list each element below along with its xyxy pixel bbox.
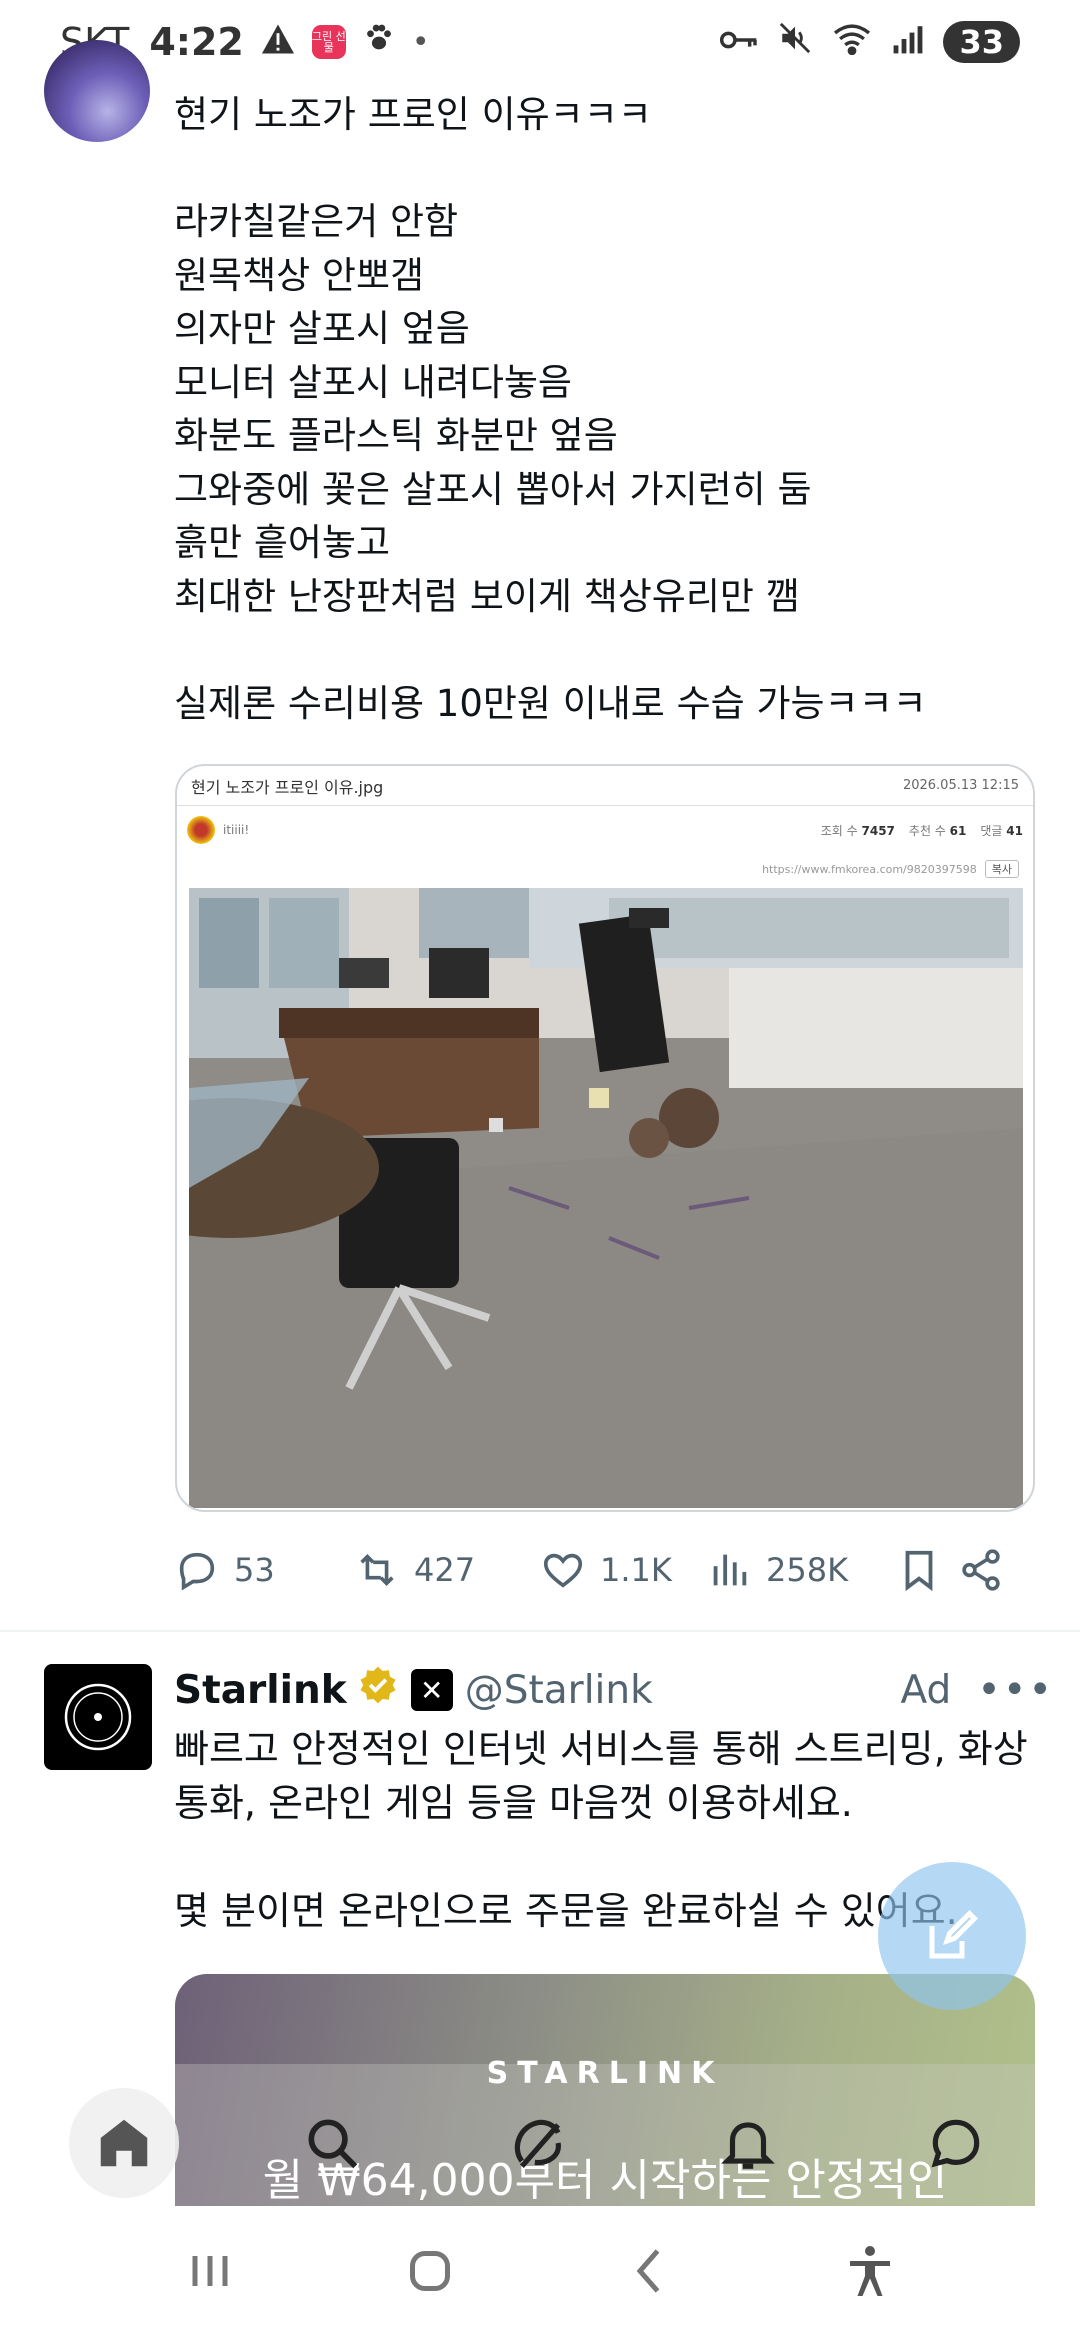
share-icon (962, 1549, 1000, 1591)
heart-icon (543, 1553, 583, 1588)
tab-messages[interactable] (901, 2088, 1011, 2198)
views-button[interactable]: 258K (706, 1547, 896, 1593)
ad-label: Ad (900, 1667, 952, 1713)
grok-icon (514, 2119, 561, 2168)
tab-home[interactable] (69, 2088, 179, 2198)
bookmark-icon (905, 1550, 933, 1592)
back-icon (636, 2249, 660, 2293)
like-button[interactable]: 1.1K (540, 1547, 706, 1593)
share-button[interactable] (958, 1547, 1018, 1593)
x-affiliate-icon: ✕ (410, 1669, 453, 1711)
tab-search[interactable] (277, 2088, 387, 2198)
key-icon (719, 20, 759, 64)
media-date: 2026.05.13 12:15 (902, 778, 1019, 793)
recommend-label: 추천 수 (908, 823, 946, 838)
ad-header: Starlink ✕ @Starlink Ad ••• (174, 1662, 1054, 1718)
view-count: 258K (766, 1551, 849, 1589)
reply-button[interactable]: 53 (174, 1547, 354, 1593)
more-options-button[interactable]: ••• (977, 1667, 1054, 1713)
retweet-icon (360, 1554, 394, 1586)
accessibility-icon (850, 2246, 890, 2296)
site-logo-icon (187, 816, 215, 844)
reply-icon (179, 1552, 215, 1591)
reply-count: 53 (234, 1551, 275, 1589)
comments-label: 댓글 (980, 823, 1003, 838)
app-notification-icon: 그린 선물 (311, 25, 346, 59)
tweet-actions: 53 427 1.1K 258K (174, 1545, 1054, 1595)
recent-apps-button[interactable] (180, 2241, 240, 2305)
recent-apps-icon (192, 2256, 228, 2286)
home-nav-icon (410, 2251, 450, 2291)
clock: 4:22 (149, 20, 244, 64)
like-count: 1.1K (600, 1551, 672, 1589)
media-filename: 현기 노조가 프로인 이유.jpg (191, 777, 384, 797)
status-bar: SKT 4:22 그린 선물 • 33 (0, 0, 1080, 84)
recommend-count: 61 (949, 823, 967, 838)
dot-icon: • (411, 24, 430, 60)
tweet-media[interactable]: 현기 노조가 프로인 이유.jpg 2026.05.13 12:15 itiii… (175, 764, 1035, 1512)
signal-icon (891, 20, 925, 64)
office-photo (189, 888, 1023, 1508)
bell-icon (721, 2122, 775, 2169)
tab-notifications[interactable] (693, 2088, 803, 2198)
paw-icon (362, 20, 396, 64)
tweet-text: 현기 노조가 프로인 이유ㅋㅋㅋ 라카칠같은거 안함 원목책상 안뽀갬 의자만 … (174, 93, 927, 725)
views-count: 7457 (861, 823, 895, 838)
accessibility-button[interactable] (840, 2241, 900, 2305)
comments-count: 41 (1006, 823, 1023, 838)
bookmark-button[interactable] (896, 1547, 958, 1593)
views-label: 조회 수 (820, 823, 858, 838)
mute-icon (777, 20, 813, 64)
media-meta: itiiii! 조회 수 7457 추천 수 61 댓글 41 (177, 806, 1033, 854)
site-name: itiiii! (223, 823, 250, 837)
media-url: https://www.fmkorea.com/9820397598 (762, 862, 977, 876)
search-icon (308, 2119, 358, 2169)
back-button[interactable] (620, 2241, 680, 2305)
tab-grok[interactable] (485, 2088, 595, 2198)
starlink-avatar[interactable] (44, 1664, 152, 1770)
home-nav-button[interactable] (400, 2241, 460, 2305)
copy-button: 복사 (984, 860, 1019, 878)
retweet-count: 427 (414, 1551, 476, 1589)
retweet-button[interactable]: 427 (354, 1547, 540, 1593)
tweet-divider (0, 1630, 1080, 1632)
message-icon (931, 2119, 980, 2168)
home-icon (100, 2119, 148, 2167)
avatar[interactable] (44, 40, 150, 142)
author-handle[interactable]: @Starlink (465, 1668, 653, 1713)
compose-icon (929, 1909, 979, 1959)
system-nav-bar (0, 2206, 1080, 2340)
bottom-tab-bar (0, 2080, 1080, 2206)
verified-gold-icon (357, 1664, 399, 1716)
compose-button[interactable] (878, 1862, 1026, 2010)
wifi-icon (831, 20, 873, 64)
media-url-row: https://www.fmkorea.com/9820397598 복사 (177, 854, 1033, 884)
warning-icon (260, 20, 296, 64)
author-name[interactable]: Starlink (174, 1668, 347, 1713)
media-header: 현기 노조가 프로인 이유.jpg 2026.05.13 12:15 (177, 766, 1033, 806)
battery-indicator: 33 (943, 21, 1020, 63)
analytics-icon (713, 1554, 747, 1586)
starlink-logo-icon (64, 1683, 132, 1751)
